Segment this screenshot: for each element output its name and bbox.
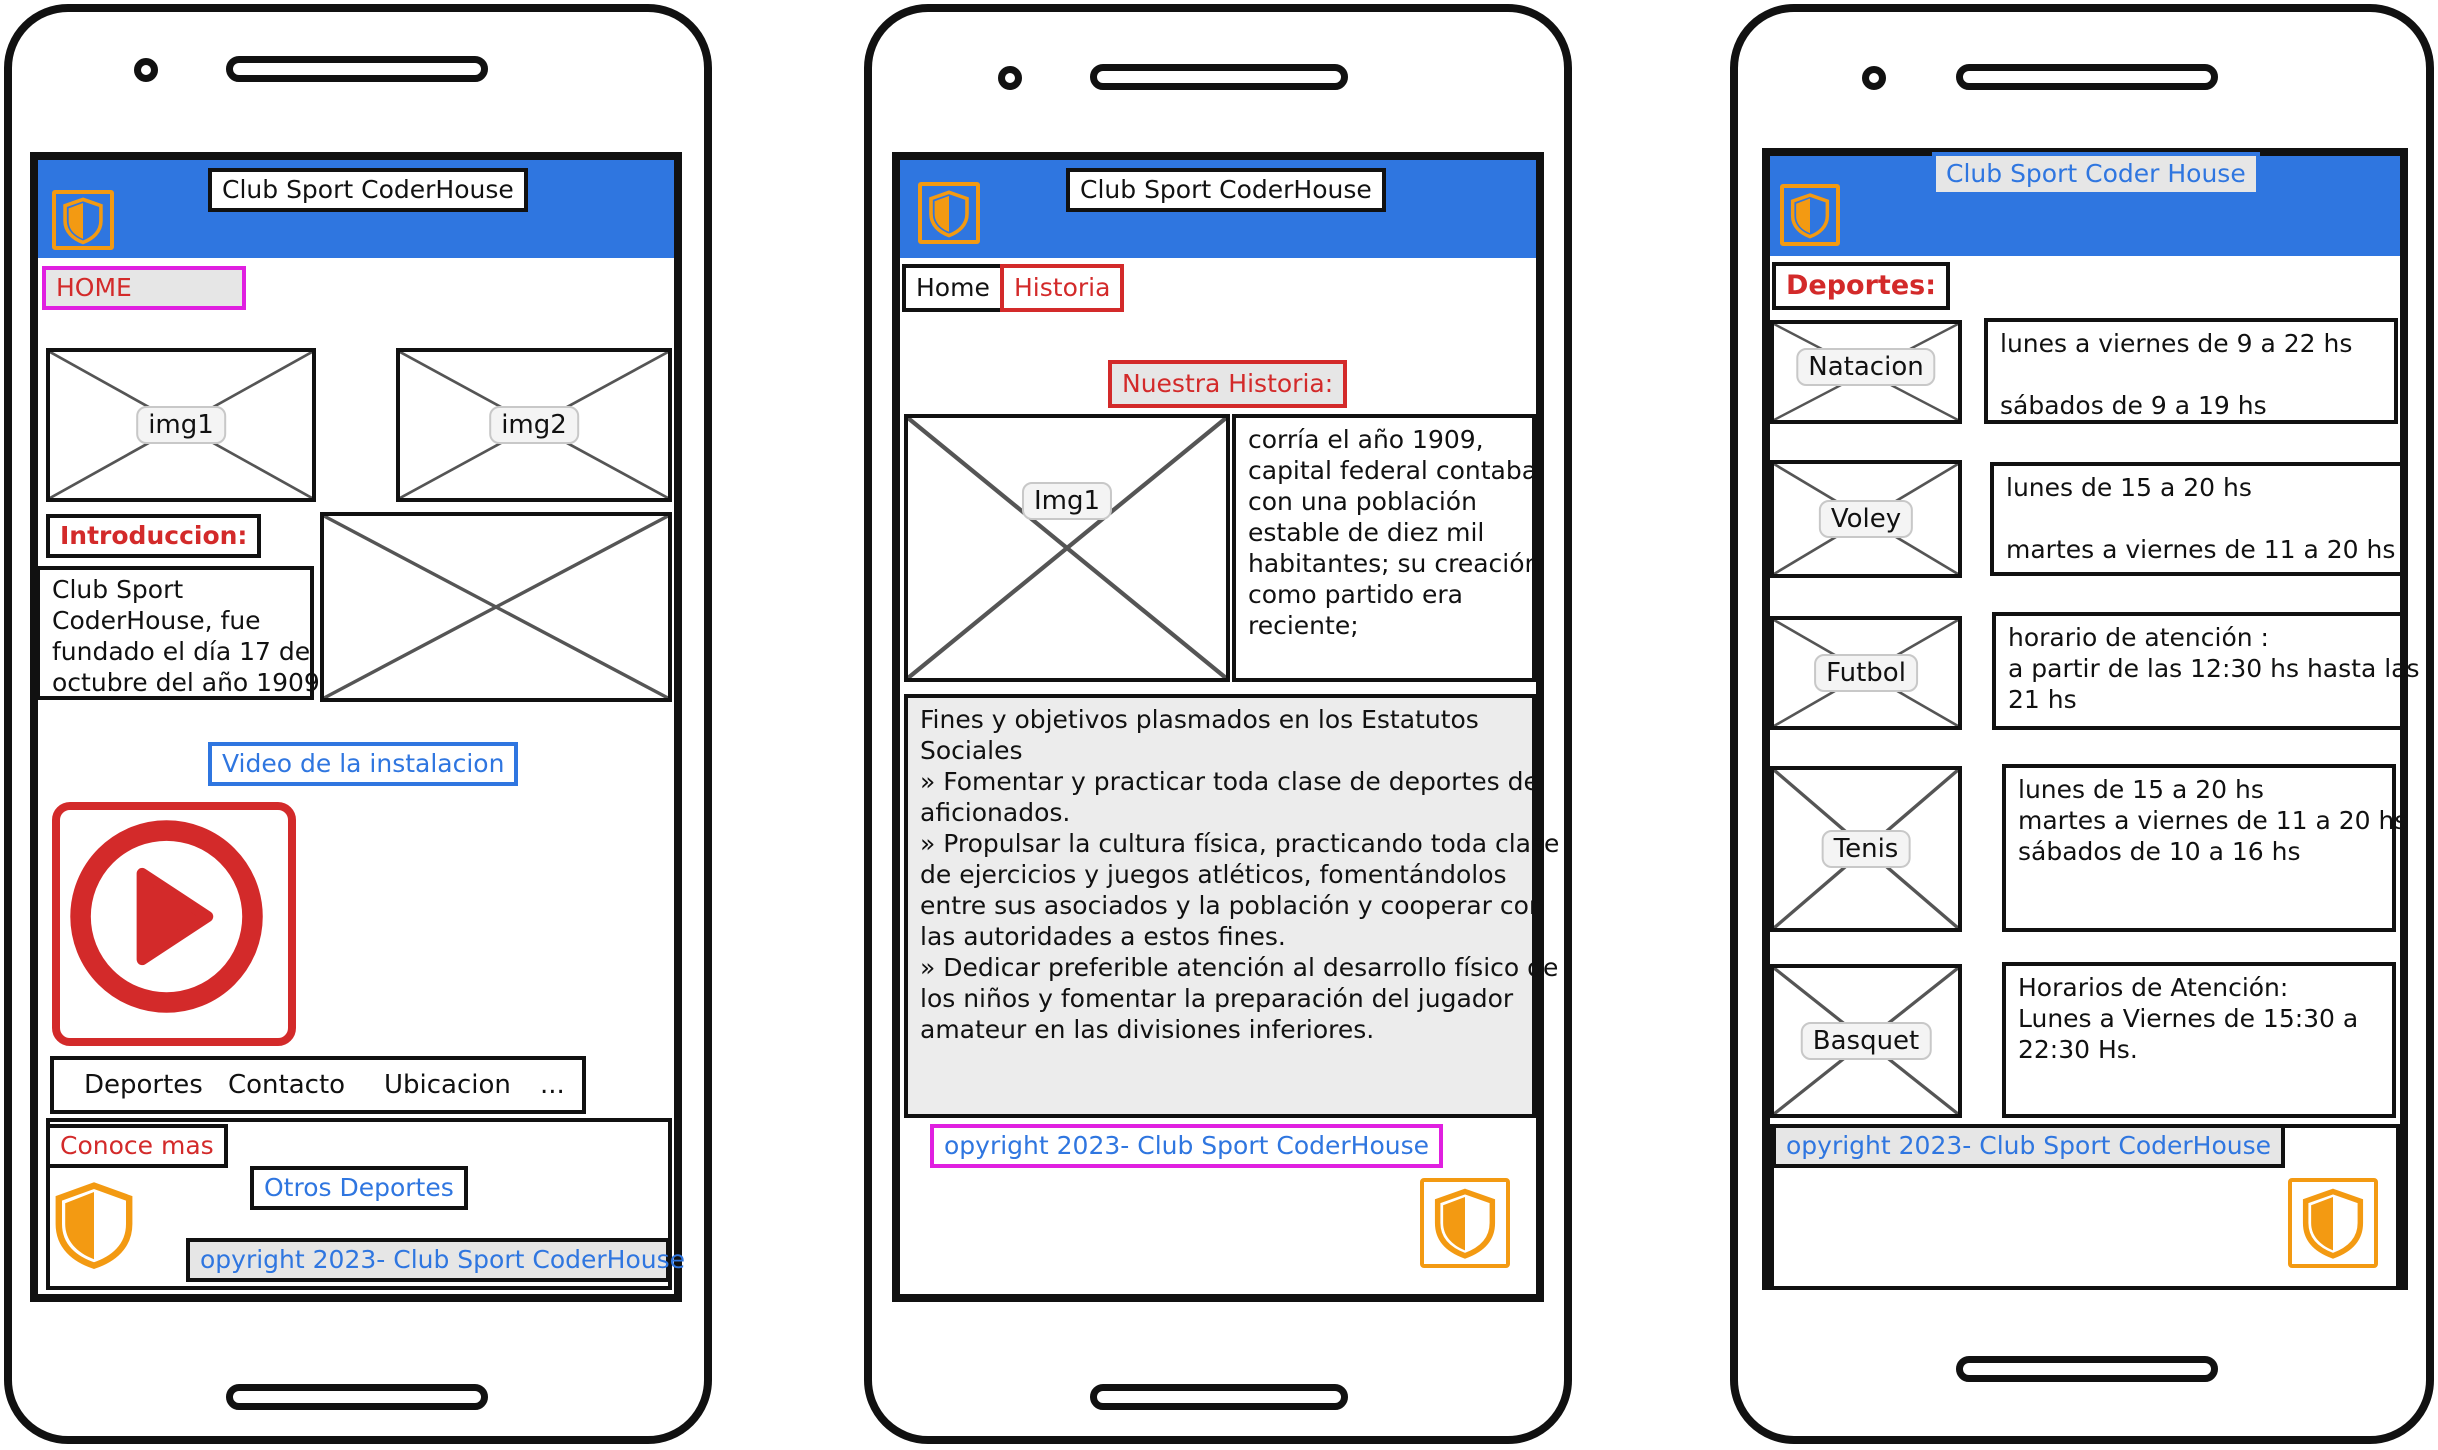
shield-icon[interactable]	[1780, 184, 1840, 246]
sport-image-voley[interactable]: Voley	[1770, 460, 1962, 578]
sport-image-basquet[interactable]: Basquet	[1770, 964, 1962, 1118]
app-title: Club Sport CoderHouse	[208, 168, 528, 212]
shield-icon[interactable]	[1420, 1178, 1510, 1268]
nav-ubicacion[interactable]: Ubicacion	[384, 1070, 511, 1100]
speaker-grille	[1956, 64, 2218, 90]
placeholder-image-3[interactable]	[320, 512, 672, 702]
goals-text: Fines y objetivos plasmados en los Estat…	[904, 694, 1559, 1118]
conoce-mas-link[interactable]: Conoce mas	[46, 1124, 228, 1168]
intro-text: Club Sport CoderHouse, fue fundado el dí…	[36, 566, 328, 700]
sport-schedule-futbol: horario de atención : a partir de las 12…	[1992, 612, 2420, 730]
play-icon[interactable]	[52, 802, 296, 1046]
app-title: Club Sport Coder House	[1932, 152, 2260, 196]
camera-icon	[134, 58, 158, 82]
sport-schedule-natacion: lunes a viernes de 9 a 22 hs sábados de …	[1984, 318, 2398, 424]
nav-contacto[interactable]: Contacto	[228, 1070, 345, 1100]
speaker-grille	[226, 56, 488, 82]
placeholder-image-2[interactable]: img2	[396, 348, 672, 502]
sport-image-futbol[interactable]: Futbol	[1770, 616, 1962, 730]
copyright: opyright 2023- Club Sport CoderHouse	[1772, 1124, 2285, 1168]
image-label-img2: img2	[489, 406, 579, 444]
home-heading[interactable]: HOME	[42, 266, 246, 310]
copyright: opyright 2023- Club Sport CoderHouse	[186, 1238, 685, 1282]
intro-title: Introduccion:	[46, 514, 262, 558]
sport-schedule-tenis: lunes de 15 a 20 hs martes a viernes de …	[2002, 764, 2407, 932]
sport-name-futbol: Futbol	[1814, 654, 1918, 692]
otros-deportes-link[interactable]: Otros Deportes	[250, 1166, 468, 1210]
nav-more[interactable]: ...	[540, 1070, 565, 1100]
sport-name-basquet: Basquet	[1800, 1022, 1932, 1060]
home-bar	[1956, 1356, 2218, 1382]
shield-icon[interactable]	[46, 1176, 142, 1272]
video-label: Video de la instalacion	[208, 742, 519, 786]
home-bar	[1090, 1384, 1348, 1410]
nav-deportes[interactable]: Deportes	[84, 1070, 203, 1100]
story-text: corría el año 1909, capital federal cont…	[1232, 414, 1540, 682]
bottom-nav: Deportes Contacto Ubicacion ...	[50, 1056, 586, 1114]
placeholder-image-1[interactable]: img1	[46, 348, 316, 502]
shield-icon[interactable]	[918, 182, 980, 244]
image-label-img1: Img1	[1021, 482, 1113, 521]
shield-icon[interactable]	[2288, 1178, 2378, 1268]
sport-image-tenis[interactable]: Tenis	[1770, 766, 1962, 932]
shield-icon[interactable]	[52, 190, 114, 250]
section-title: Deportes:	[1772, 262, 1951, 310]
sport-name-voley: Voley	[1818, 500, 1914, 538]
placeholder-image-historia[interactable]: Img1	[904, 414, 1230, 682]
tab-historia[interactable]: Historia	[1000, 264, 1125, 312]
camera-icon	[1862, 66, 1886, 90]
sport-name-tenis: Tenis	[1821, 830, 1911, 868]
sport-name-natacion: Natacion	[1796, 348, 1936, 387]
app-title: Club Sport CoderHouse	[1066, 168, 1386, 212]
home-bar	[226, 1384, 488, 1410]
camera-icon	[998, 66, 1022, 90]
image-label-img1: img1	[136, 406, 226, 444]
section-title: Nuestra Historia:	[1108, 360, 1348, 408]
sport-schedule-voley: lunes de 15 a 20 hs martes a viernes de …	[1990, 462, 2404, 576]
sport-schedule-basquet: Horarios de Atención: Lunes a Viernes de…	[2002, 962, 2396, 1118]
copyright: opyright 2023- Club Sport CoderHouse	[930, 1124, 1443, 1168]
tab-home[interactable]: Home	[902, 264, 1004, 312]
sport-image-natacion[interactable]: Natacion	[1770, 320, 1962, 424]
speaker-grille	[1090, 64, 1348, 90]
